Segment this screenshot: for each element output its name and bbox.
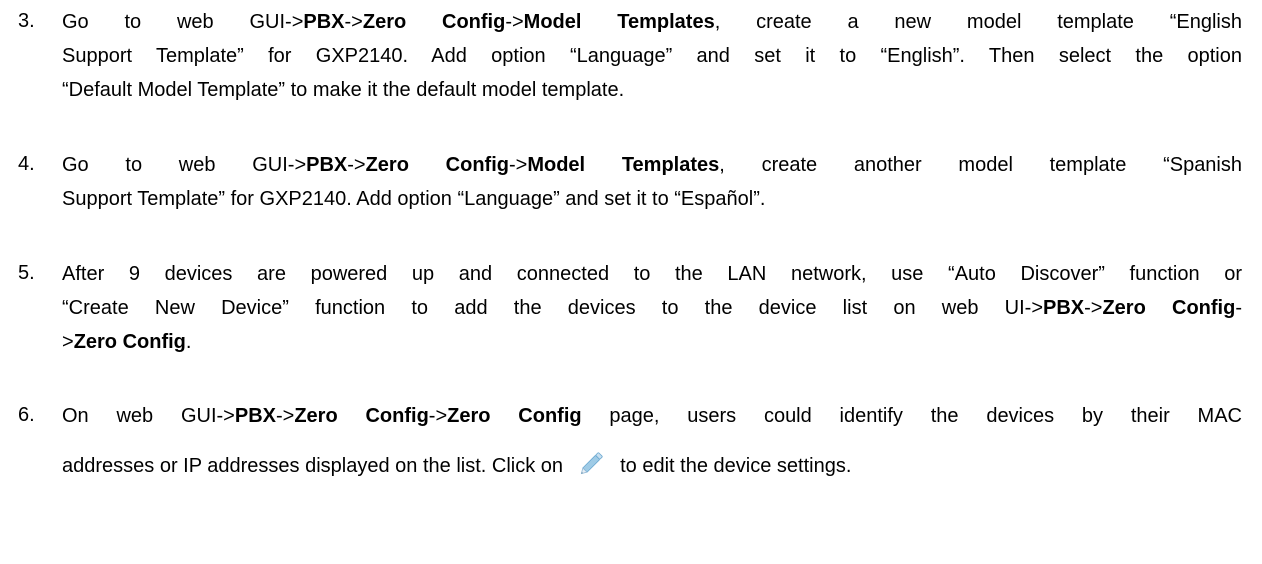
step-line: Support Template” for GXP2140. Add optio… — [62, 188, 766, 210]
step-line: Support Template” for GXP2140. Add optio… — [62, 45, 1242, 67]
step-line: addresses or IP addresses displayed on t… — [62, 450, 851, 478]
zero-config-menu-text: Zero Config — [365, 154, 509, 176]
step-line: “Default Model Template” to make it the … — [62, 79, 625, 101]
step-line: After 9 devices are powered up and conne… — [62, 263, 1242, 285]
step-number: 6. — [18, 404, 35, 426]
step-number: 5. — [18, 262, 35, 284]
step-line: On web GUI->PBX->Zero Config->Zero Confi… — [62, 405, 1242, 427]
step-number: 3. — [18, 10, 35, 32]
step-line: Go to web GUI->PBX->Zero Config->Model T… — [62, 11, 1242, 33]
step-line: Go to web GUI->PBX->Zero Config->Model T… — [62, 154, 1242, 176]
pbx-menu-text: PBX — [1043, 297, 1085, 319]
document-page: 3. Go to web GUI->PBX->Zero Config->Mode… — [0, 0, 1262, 564]
pbx-menu-text: PBX — [303, 11, 345, 33]
model-templates-menu-text: Model Templates — [523, 11, 715, 33]
zero-config-menu-text: Zero Config — [447, 405, 582, 427]
model-templates-menu-text: Model Templates — [527, 154, 720, 176]
pencil-edit-icon — [575, 450, 609, 476]
step-number: 4. — [18, 153, 35, 175]
step-line: “Create New Device” function to add the … — [62, 297, 1242, 319]
zero-config-menu-text: Zero Config — [294, 405, 429, 427]
pbx-menu-text: PBX — [306, 154, 348, 176]
zero-config-menu-text: Zero Config — [1102, 297, 1236, 319]
zero-config-menu-text: Zero Config — [73, 331, 186, 353]
pbx-menu-text: PBX — [234, 405, 276, 427]
zero-config-menu-text: Zero Config — [362, 11, 506, 33]
step-line: >Zero Config. — [62, 331, 192, 353]
